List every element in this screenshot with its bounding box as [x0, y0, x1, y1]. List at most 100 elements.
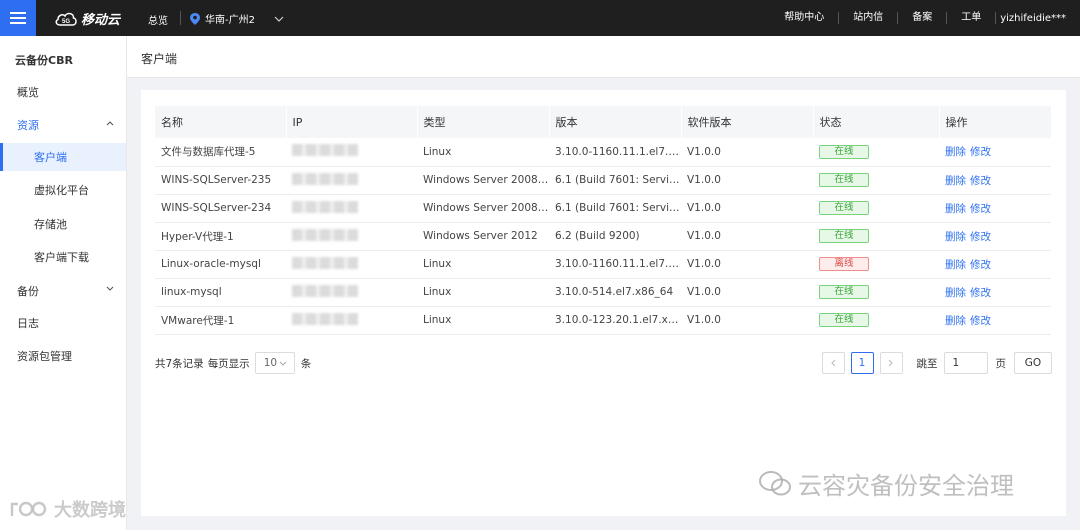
sidebar-item-overview[interactable]: 概览: [0, 78, 126, 106]
cell-ip: [286, 306, 417, 335]
table-row: WINS-SQLServer-235 Windows Server 2008 R2…: [155, 166, 1051, 195]
cell-version: 6.1 (Build 7601: Service...: [549, 194, 681, 223]
sidebar-item-virtualization[interactable]: 虚拟化平台: [0, 176, 126, 204]
ticket-link[interactable]: 工单: [947, 12, 997, 24]
delete-link[interactable]: 删除: [945, 175, 966, 187]
next-page-button[interactable]: [879, 352, 903, 374]
sidebar-item-client-download[interactable]: 客户端下载: [0, 243, 126, 271]
prev-page-button[interactable]: [821, 352, 845, 374]
cell-version: 3.10.0-1160.11.1.el7.x...: [549, 250, 681, 279]
cell-version: 3.10.0-123.20.1.el7.x8...: [549, 306, 681, 335]
cell-software-version: V1.0.0: [681, 194, 813, 223]
region-label: 华南-广州2: [205, 15, 255, 26]
page-number-button[interactable]: 1: [850, 352, 874, 374]
sidebar-item-label: 虚拟化平台: [34, 184, 89, 197]
wechat-icon: [759, 470, 791, 495]
edit-link[interactable]: 修改: [970, 146, 991, 158]
status-badge: 在线: [819, 285, 869, 299]
sidebar-item-label: 日志: [17, 317, 39, 330]
jump-page-input[interactable]: [943, 352, 988, 374]
cell-software-version: V1.0.0: [681, 250, 813, 279]
edit-link[interactable]: 修改: [970, 203, 991, 215]
table-row: Linux-oracle-mysql Linux 3.10.0-1160.11.1.…: [155, 250, 1051, 279]
sidebar-item-resources[interactable]: 资源: [0, 111, 126, 139]
delete-link[interactable]: 删除: [945, 146, 966, 158]
delete-link[interactable]: 删除: [945, 203, 966, 215]
delete-link[interactable]: 删除: [945, 231, 966, 243]
sidebar-item-storage-pool[interactable]: 存储池: [0, 210, 126, 238]
status-badge: 在线: [819, 201, 869, 215]
status-badge: 离线: [819, 257, 869, 271]
cell-type: Linux: [417, 138, 549, 167]
ip-redacted: [292, 144, 358, 157]
top-navbar: 5G 移动云 总览 华南-广州2 帮助中心 站内信 备案 工单 yizhifei…: [0, 0, 1080, 36]
help-center-link[interactable]: 帮助中心: [770, 12, 840, 24]
sidebar-title: 云备份CBR: [15, 54, 73, 67]
edit-link[interactable]: 修改: [970, 231, 991, 243]
pagination-controls: 1 跳至 页 GO: [821, 352, 1052, 374]
page-unit-label: 页: [995, 357, 1007, 370]
column-header-ip[interactable]: IP: [286, 106, 418, 138]
table-row: Hyper-V代理-1 Windows Server 2012 6.2 (Build…: [155, 222, 1051, 251]
go-button[interactable]: GO: [1014, 352, 1052, 374]
watermark-right-text: 云容灾备份安全治理: [798, 472, 1014, 500]
watermark-right: 云容灾备份安全治理: [758, 466, 1014, 501]
column-header-status[interactable]: 状态: [813, 106, 940, 138]
edit-link[interactable]: 修改: [970, 287, 991, 299]
edit-link[interactable]: 修改: [970, 175, 991, 187]
cell-name: Linux-oracle-mysql: [155, 250, 286, 279]
edit-link[interactable]: 修改: [970, 315, 991, 327]
ip-redacted: [292, 256, 358, 269]
pagination-summary: 共7条记录 每页显示 10 条: [155, 352, 311, 374]
user-account[interactable]: yizhifeidie***: [996, 13, 1066, 24]
cell-actions: 删除 修改: [939, 138, 1051, 167]
chevron-up-icon: [106, 121, 114, 126]
cell-status: 在线: [813, 138, 939, 167]
ip-redacted: [292, 200, 358, 213]
hamburger-menu-icon[interactable]: [0, 0, 36, 36]
cell-ip: [286, 194, 417, 223]
page-size-select[interactable]: 10: [254, 352, 295, 374]
logo-text: 移动云: [81, 13, 121, 28]
cell-type: Windows Server 2008 R2: [417, 194, 549, 223]
cell-name: WINS-SQLServer-234: [155, 194, 286, 223]
cell-type: Windows Server 2012: [417, 222, 549, 251]
sidebar-item-client[interactable]: 客户端: [0, 143, 126, 171]
filing-link[interactable]: 备案: [898, 12, 948, 24]
messages-link[interactable]: 站内信: [839, 12, 899, 24]
sidebar-item-label: 备份: [17, 285, 39, 298]
cell-actions: 删除 修改: [939, 306, 1051, 335]
svg-text:5G: 5G: [62, 19, 70, 25]
column-header-software-version[interactable]: 软件版本: [681, 106, 814, 138]
delete-link[interactable]: 删除: [945, 259, 966, 271]
cell-version: 6.1 (Build 7601: Service...: [549, 166, 681, 195]
delete-link[interactable]: 删除: [945, 315, 966, 327]
table-row: linux-mysql Linux 3.10.0-514.el7.x86_64 V1.…: [155, 278, 1051, 307]
sidebar-item-backup[interactable]: 备份: [0, 277, 126, 305]
cell-type: Windows Server 2008 R2: [417, 166, 549, 195]
chevron-right-icon: [888, 359, 893, 367]
edit-link[interactable]: 修改: [970, 259, 991, 271]
cell-name: VMware代理-1: [155, 306, 286, 335]
logo[interactable]: 5G 移动云: [54, 9, 120, 28]
cell-actions: 删除 修改: [939, 194, 1051, 223]
cell-name: Hyper-V代理-1: [155, 222, 286, 251]
cell-software-version: V1.0.0: [681, 222, 813, 251]
overview-link[interactable]: 总览: [148, 12, 168, 27]
table-body: 文件与数据库代理-5 Linux 3.10.0-1160.11.1.el7.x...…: [155, 138, 1051, 335]
column-header-type[interactable]: 类型: [417, 106, 550, 138]
watermark-left: 大数跨境: [8, 496, 126, 522]
column-header-name[interactable]: 名称: [155, 106, 287, 138]
sidebar-item-label: 资源: [17, 119, 39, 132]
cell-ip: [286, 250, 417, 279]
delete-link[interactable]: 删除: [945, 287, 966, 299]
status-badge: 在线: [819, 144, 869, 159]
region-selector[interactable]: 华南-广州2: [190, 11, 284, 26]
cell-software-version: V1.0.0: [681, 278, 813, 307]
cell-status: 在线: [813, 278, 939, 307]
column-header-version[interactable]: 版本: [549, 106, 682, 138]
sidebar-item-logs[interactable]: 日志: [0, 309, 126, 337]
table-row: 文件与数据库代理-5 Linux 3.10.0-1160.11.1.el7.x...…: [155, 138, 1051, 167]
cell-ip: [286, 166, 417, 195]
sidebar-item-resource-package[interactable]: 资源包管理: [0, 342, 126, 370]
